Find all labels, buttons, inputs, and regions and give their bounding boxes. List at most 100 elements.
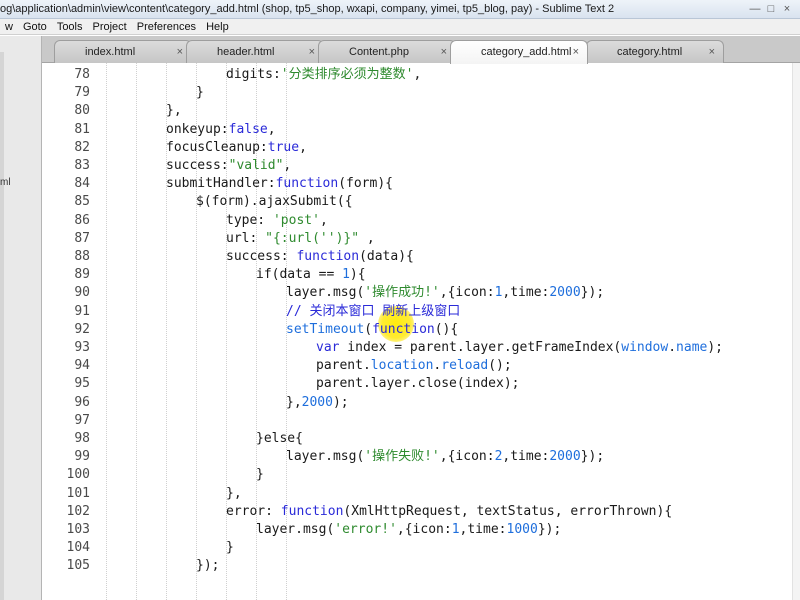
code-token: }); [537,522,562,537]
line-number: 85 [74,194,90,210]
close-icon[interactable]: × [309,41,315,63]
line-number: 94 [74,358,90,374]
code-line[interactable]: layer.msg('error!',{icon:1,time:1000}); [256,521,561,539]
tab-label: category_add.html [481,46,572,58]
code-token: , [299,139,307,155]
line-number: 99 [74,449,90,465]
code-token: (form){ [338,176,393,192]
code-line[interactable]: onkeyup:false, [166,121,276,139]
line-number: 80 [74,103,90,119]
title-bar: og\application\admin\view\content\catego… [0,0,800,19]
code-line[interactable]: } [256,466,264,484]
menu-project[interactable]: Project [88,19,132,34]
close-icon[interactable]: × [709,41,715,63]
code-line[interactable]: $(form).ajaxSubmit({ [196,193,353,211]
line-number: 96 [74,394,90,410]
code-token: '操作成功!' [364,285,440,301]
sidebar-file-fragment[interactable]: ml [0,177,11,188]
code-token: // 关闭本窗口 刷新上级窗口 [286,303,461,319]
code-token: 1 [451,522,460,537]
line-number: 93 [74,340,90,355]
code-line[interactable]: var index = parent.layer.getFrameIndex(w… [316,339,723,357]
code-token: 2000 [301,394,333,410]
menu-preferences[interactable]: Preferences [132,19,201,34]
line-number: 90 [74,285,90,301]
tab-label: header.html [217,46,275,58]
code-token: } [256,467,264,483]
code-token: "valid" [228,158,284,173]
code-token: }); [196,558,220,574]
close-icon[interactable]: × [573,41,579,63]
code-line[interactable]: // 关闭本窗口 刷新上级窗口 [286,303,460,321]
line-number: 88 [74,249,90,264]
code-line[interactable]: success:"valid", [166,157,291,175]
code-line[interactable]: if(data == 1){ [256,266,366,284]
code-token: true [267,139,300,155]
line-number: 89 [74,267,90,283]
code-line[interactable]: }); [196,557,219,575]
code-token: (); [488,358,512,374]
minimize-icon[interactable]: — [748,2,762,16]
code-token: parent.layer.close(index); [316,376,520,392]
code-line[interactable]: focusCleanup:true, [166,139,307,157]
code-line[interactable]: }, [226,485,242,503]
code-editor[interactable]: 78 79 80 81 82 83 84 85 86 87 88 89 90 91 92 93 94 95 96 97… [42,63,800,600]
code-token: function [296,249,360,264]
code-line[interactable]: parent.layer.close(index); [316,375,520,393]
code-line[interactable]: parent.location.reload(); [316,357,512,375]
code-token: , [319,212,328,228]
code-line[interactable]: }, [166,102,182,120]
code-area[interactable]: 78 79 80 81 82 83 84 85 86 87 88 89 90 91 92 93 94 95 96 97… [42,63,800,600]
code-line[interactable]: submitHandler:function(form){ [166,175,393,193]
line-number: 84 [74,176,90,192]
menu-view[interactable]: w [0,19,18,34]
code-token: , [359,230,375,246]
code-token: window [621,340,669,355]
tab-content-php[interactable]: Content.php × [318,40,456,63]
indent-guide [106,63,107,600]
line-number: 100 [66,467,90,483]
code-token: type: [226,212,273,228]
code-line[interactable]: digits:'分类排序必须为整数', [226,66,421,84]
code-line[interactable]: layer.msg('操作成功!',{icon:1,time:2000}); [286,284,604,302]
code-token: ,time: [502,449,550,465]
code-line[interactable]: } [226,539,234,557]
code-line[interactable]: },2000); [286,394,349,412]
maximize-icon[interactable]: □ [764,2,778,16]
line-number: 102 [66,503,90,519]
menu-help[interactable]: Help [201,19,234,34]
close-icon[interactable]: × [780,2,794,16]
code-token: false [228,121,268,137]
tab-category-html[interactable]: category.html × [586,40,724,63]
code-token: }, [166,103,182,119]
line-number: 87 [74,230,90,246]
menu-goto[interactable]: Goto [18,19,52,34]
code-line[interactable]: type: 'post', [226,212,328,230]
code-token: (){ [434,321,459,337]
code-token: error: [226,503,281,519]
code-line[interactable]: error: function(XmlHttpRequest, textStat… [226,503,672,521]
code-token: ); [332,394,349,410]
tab-label: Content.php [349,46,409,58]
close-icon[interactable]: × [177,41,183,63]
code-line[interactable]: }else{ [256,430,303,448]
code-token: url: [226,230,266,246]
code-token: "{:url('')}" [265,230,360,246]
code-line[interactable]: layer.msg('操作失败!',{icon:2,time:2000}); [286,448,604,466]
code-line[interactable]: url: "{:url('')}" , [226,230,375,248]
tab-index-html[interactable]: index.html × [54,40,192,63]
menu-tools[interactable]: Tools [52,19,88,34]
line-number: 101 [66,485,90,501]
code-token: (XmlHttpRequest, textStatus, errorThrown… [343,503,673,519]
code-line[interactable]: } [196,84,204,102]
sidebar-scrollbar[interactable] [0,52,4,600]
code-line[interactable]: setTimeout(function(){ [286,321,458,339]
close-icon[interactable]: × [441,41,447,63]
code-line[interactable]: success: function(data){ [226,248,414,266]
tab-category-add-html[interactable]: category_add.html × [450,40,588,64]
code-token: digits: [226,67,281,82]
code-token: reload [441,358,489,374]
tab-header-html[interactable]: header.html × [186,40,324,63]
code-token: function [275,176,339,192]
code-token: ,{icon: [439,449,495,465]
